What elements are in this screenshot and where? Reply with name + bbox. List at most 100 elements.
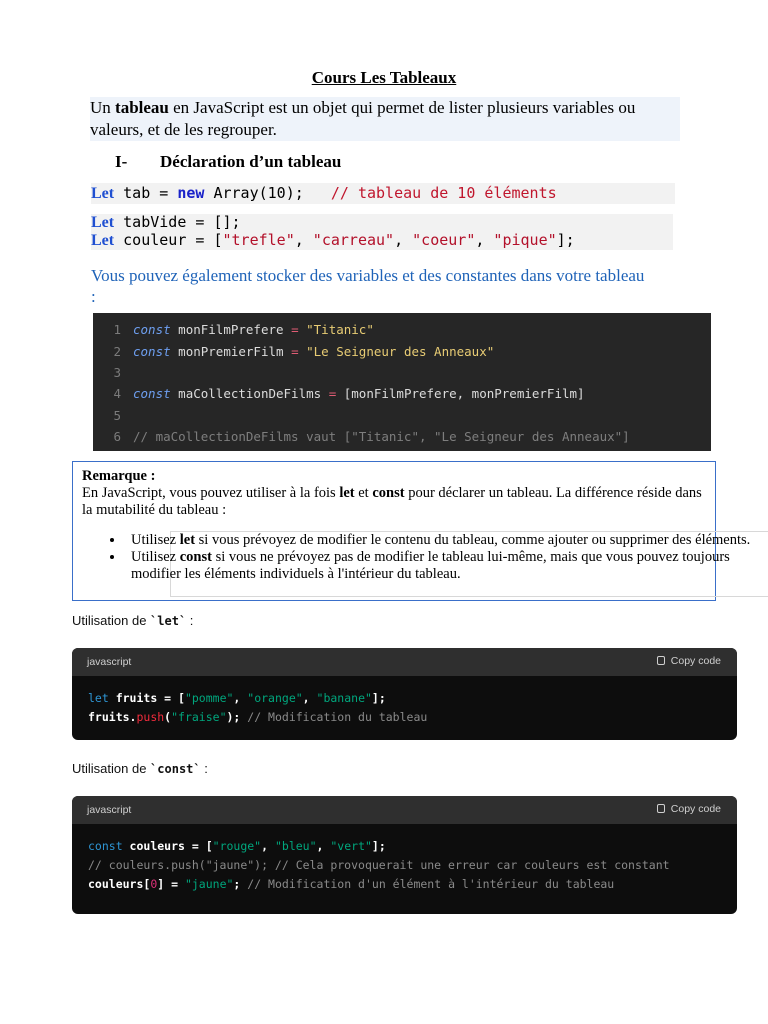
code-block-header: javascript Copy code (72, 796, 737, 824)
code-string: "fraise" (171, 710, 227, 724)
list-text: si vous ne prévoyez pas de modifier le t… (131, 549, 730, 582)
code-string: "carreau" (312, 231, 395, 249)
list-keyword: let (179, 532, 196, 548)
code-keyword: Let (91, 185, 115, 202)
code-operator: = (291, 322, 299, 337)
code-comment: // couleurs.push("jaune"); // Cela provo… (88, 858, 670, 872)
code-sep: , (294, 231, 313, 249)
usage-const-label: Utilisation de `const` : (72, 761, 208, 776)
code-identifier: fruits = [ (108, 691, 185, 705)
code-sep: , (261, 839, 275, 853)
list-item: Utilisez let si vous prévoyez de modifie… (125, 532, 768, 549)
code-string: "pique" (493, 231, 557, 249)
page-title: Cours Les Tableaux (311, 68, 457, 87)
code-string: "banane" (316, 691, 372, 705)
code-text: ]; (556, 231, 575, 249)
code-identifier: [monFilmPrefere, monPremierFilm] (336, 386, 585, 401)
intro-text-post: en JavaScript est un objet qui permet de… (90, 98, 636, 139)
clipboard-icon (656, 804, 665, 813)
list-text: si vous prévoyez de modifier le contenu … (195, 532, 751, 548)
section-title: Déclaration d’un tableau (160, 152, 342, 171)
remark-text: En JavaScript, vous pouvez utiliser à la… (82, 485, 340, 501)
intro-text-pre: Un (90, 98, 116, 117)
list-text: Utilisez (131, 549, 180, 565)
list-item: Utilisez const si vous ne prévoyez pas d… (125, 549, 768, 583)
line-number: 4 (113, 386, 121, 401)
code-keyword: Let (91, 232, 115, 249)
remark-list: Utilisez let si vous prévoyez de modifie… (95, 532, 768, 583)
copy-code-button[interactable]: Copy code (656, 803, 721, 815)
code-operator: = (291, 344, 299, 359)
line-number: 2 (113, 344, 121, 359)
code-keyword: const (88, 839, 123, 853)
code-identifier: monPremierFilm (170, 344, 292, 359)
code-sep: , (316, 839, 331, 853)
editor-line: 1 const monFilmPrefere = "Titanic" (93, 320, 374, 340)
remark-text: et (354, 485, 373, 501)
code-keyword: const (133, 322, 171, 337)
code-block-header: javascript Copy code (72, 648, 737, 676)
code-line-2: Let tabVide = []; (91, 214, 673, 231)
code-text: tabVide = []; (123, 213, 241, 231)
code-string: "orange" (247, 691, 303, 705)
code-keyword: const (133, 386, 171, 401)
line-number: 3 (113, 365, 121, 380)
code-comment: // Modification du tableau (247, 710, 428, 724)
code-string: "jaune" (184, 877, 234, 891)
remark-keyword-let: let (339, 485, 355, 501)
code-keyword: let (88, 691, 109, 705)
list-text: Utilisez (131, 532, 180, 548)
usage-suffix: : (186, 613, 194, 628)
code-string: "rouge" (212, 839, 262, 853)
code-text: couleur = [ (123, 231, 223, 249)
code-block-const: javascript Copy code const couleurs = ["… (72, 796, 737, 914)
code-string: "bleu" (274, 839, 317, 853)
usage-code: `let` (150, 614, 187, 628)
code-line: const couleurs = ["rouge", "bleu", "vert… (88, 837, 386, 855)
editor-line: 3 (93, 363, 133, 383)
remark-box: Remarque : En JavaScript, vous pouvez ut… (72, 461, 768, 601)
code-string: "Le Seigneur des Anneaux" (298, 344, 495, 359)
code-function: push (136, 710, 165, 724)
line-number: 5 (113, 408, 121, 423)
code-identifier: couleurs = [ (122, 839, 213, 853)
code-string: "pomme" (184, 691, 234, 705)
code-identifier: monFilmPrefere (170, 322, 292, 337)
usage-suffix: : (200, 761, 208, 776)
remark-body: En JavaScript, vous pouvez utiliser à la… (82, 485, 702, 519)
editor-line: 5 (93, 406, 133, 426)
intro-keyword: tableau (115, 98, 169, 117)
usage-code: `const` (150, 762, 201, 776)
code-string: "vert" (330, 839, 372, 853)
code-identifier: ] = (157, 877, 185, 891)
code-string: "Titanic" (298, 322, 374, 337)
usage-let-label: Utilisation de `let` : (72, 613, 193, 628)
code-line-3: Let couleur = ["trefle", "carreau", "coe… (91, 231, 673, 250)
code-text: Array(10); (204, 184, 331, 202)
copy-code-button[interactable]: Copy code (656, 655, 721, 667)
section-number: I- (115, 152, 128, 171)
section-heading: I- Déclaration d’un tableau (115, 152, 341, 172)
copy-code-label: Copy code (670, 655, 721, 667)
code-comment: // maCollectionDeFilms vaut ["Titanic", … (133, 429, 630, 444)
code-line-1: Let tab = new Array(10); // tableau de 1… (91, 183, 675, 204)
code-punct: ; (233, 877, 248, 891)
remark-keyword-const: const (372, 485, 405, 501)
intro-paragraph: Un tableau en JavaScript est un objet qu… (90, 97, 680, 141)
code-line: fruits.push("fraise"); // Modification d… (88, 708, 427, 726)
editor-line: 6 // maCollectionDeFilms vaut ["Titanic",… (93, 427, 630, 447)
code-editor-block: 1 const monFilmPrefere = "Titanic" 2 const… (93, 313, 711, 451)
code-text: tab = (123, 184, 178, 202)
code-keyword-new: new (177, 184, 205, 202)
code-sep: , (475, 231, 494, 249)
code-string: "coeur" (412, 231, 476, 249)
code-line: // couleurs.push("jaune"); // Cela provo… (88, 856, 670, 874)
code-language-label: javascript (87, 656, 132, 668)
copy-code-label: Copy code (670, 803, 721, 815)
code-identifier: ]; (371, 691, 386, 705)
code-line: let fruits = ["pomme", "orange", "banane… (88, 689, 386, 707)
remark-list-box: Utilisez let si vous prévoyez de modifie… (131, 531, 768, 597)
code-comment: // Modification d'un élément à l'intérie… (247, 877, 615, 891)
usage-text: Utilisation de (72, 761, 151, 776)
code-identifier: fruits. (88, 710, 137, 724)
